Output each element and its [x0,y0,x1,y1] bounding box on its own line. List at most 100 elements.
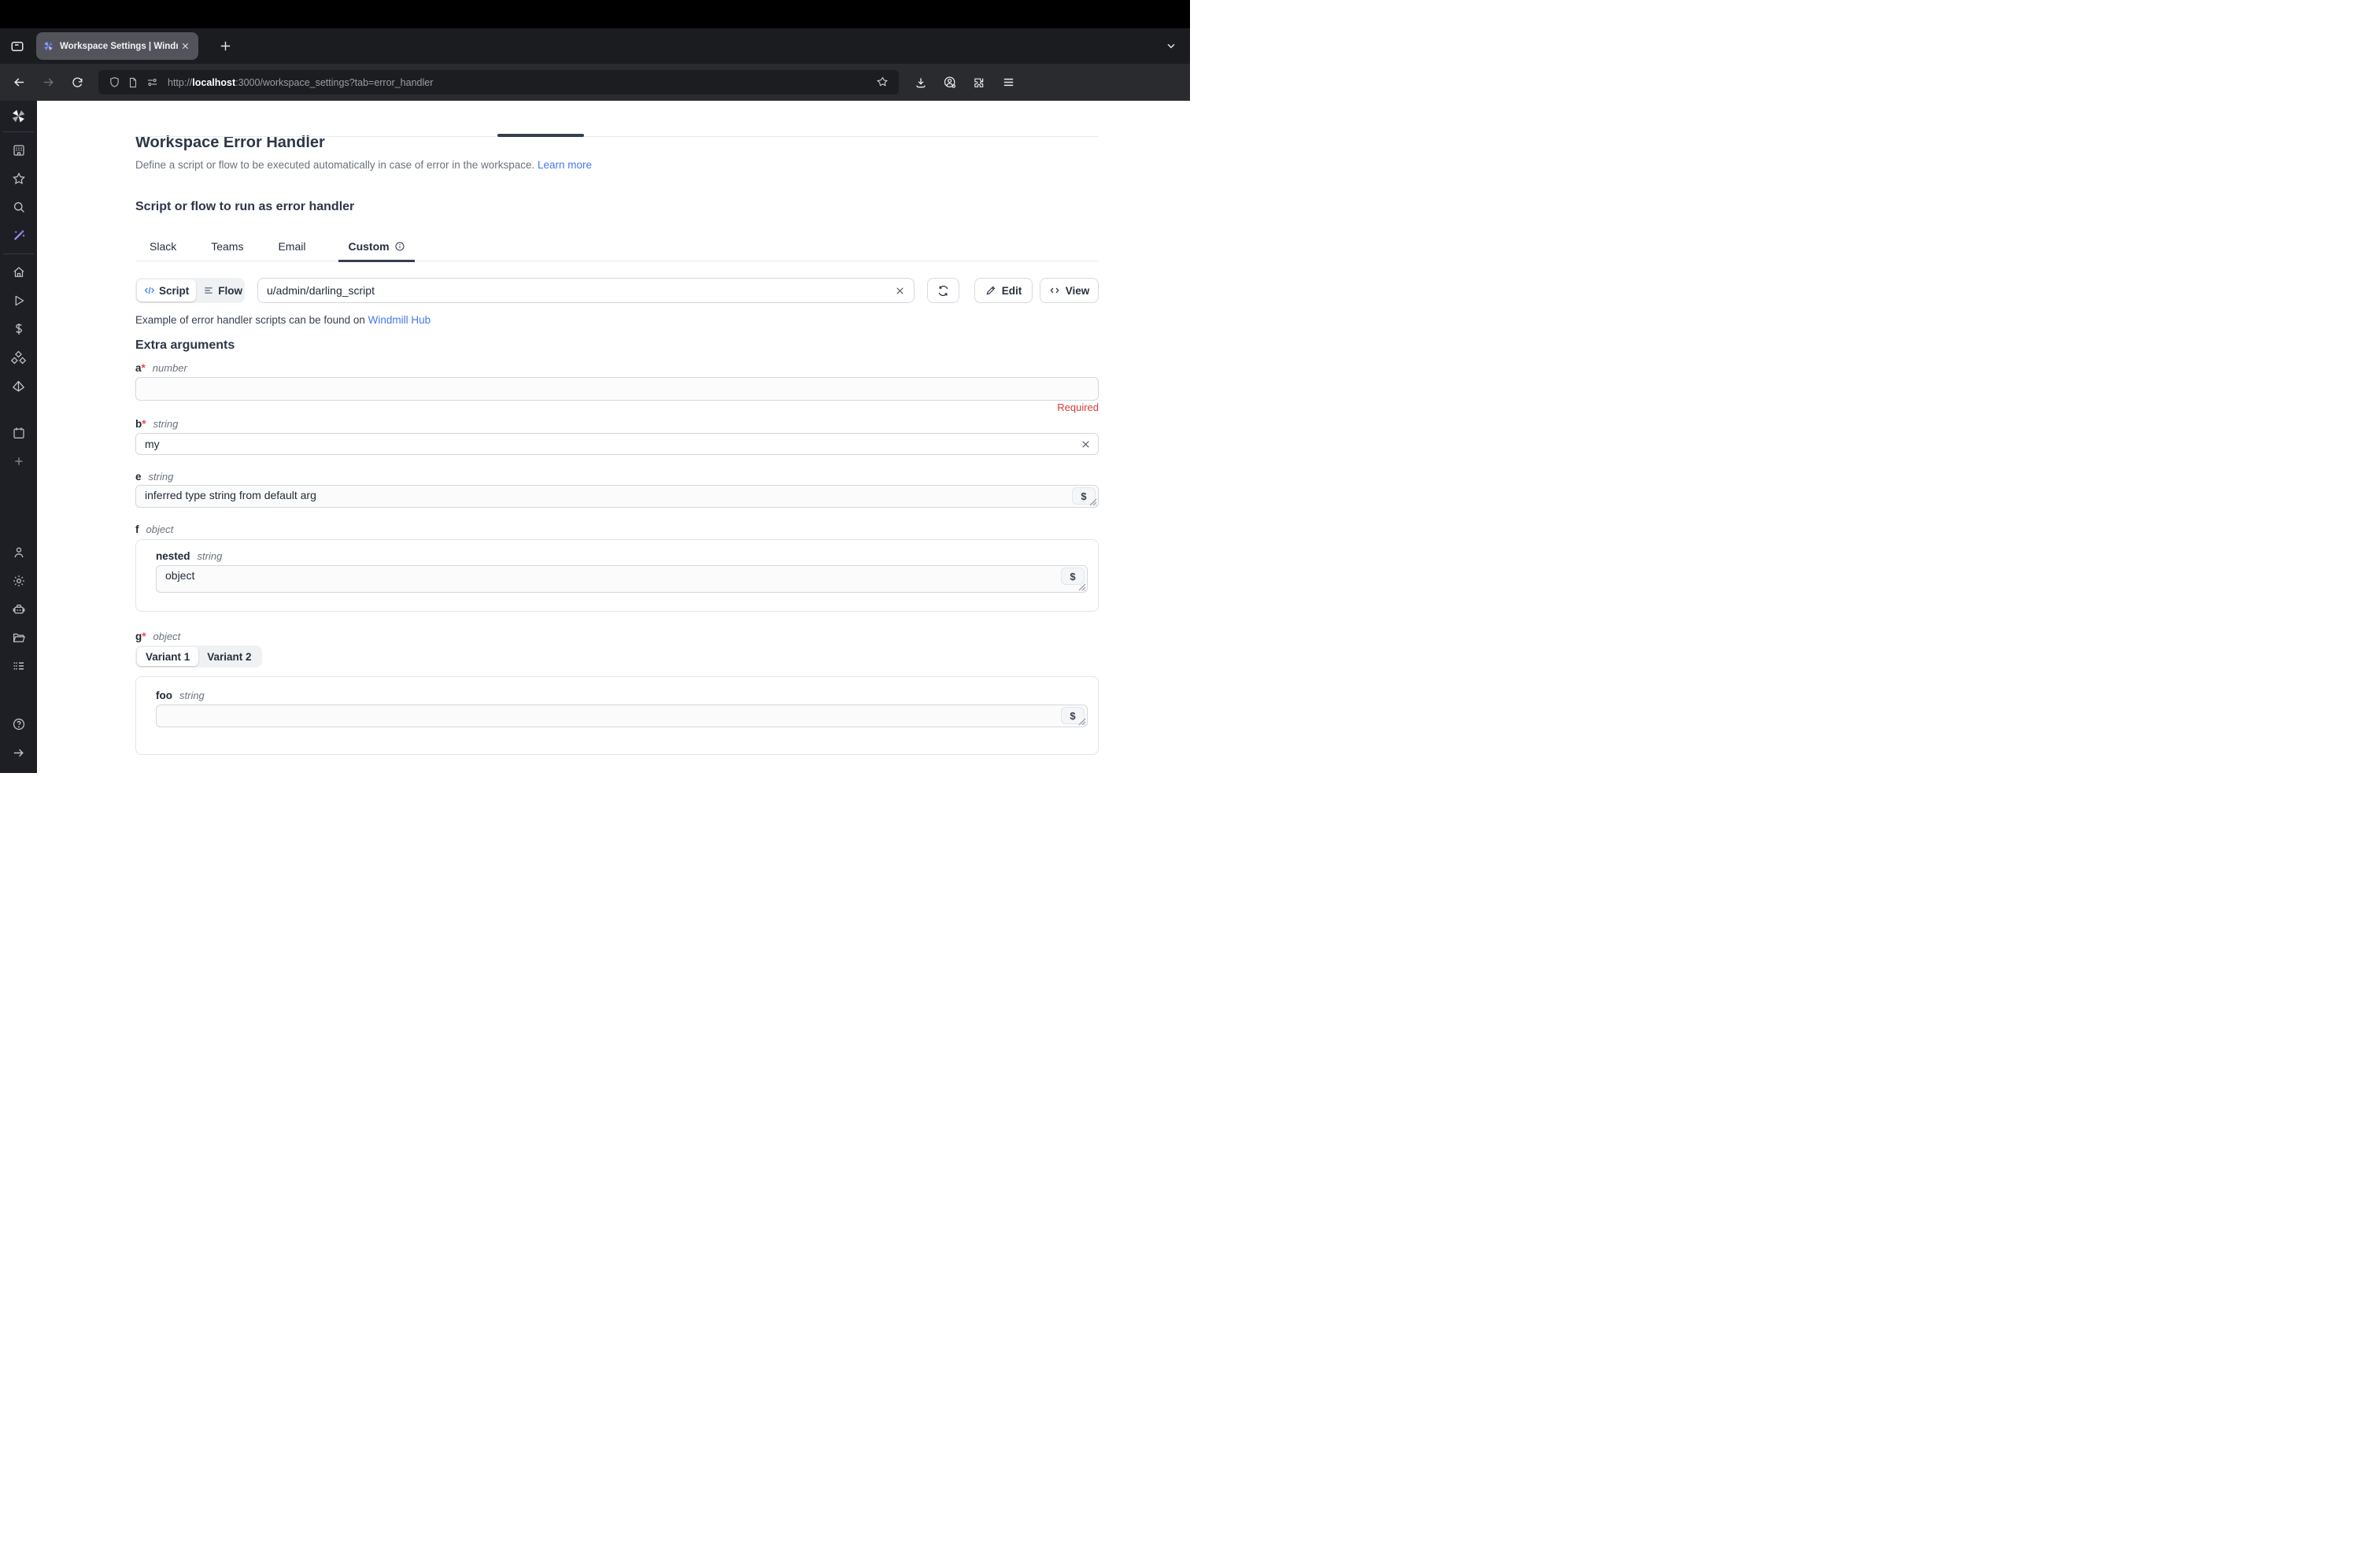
variant-2-tab[interactable]: Variant 2 [198,647,260,666]
account-icon[interactable] [939,72,961,94]
script-flow-toggle: Script Flow [135,278,245,303]
browser-sidebar-toggle-icon[interactable] [5,34,30,59]
field-e: e string inferred type string from defau… [135,471,1099,508]
field-g-nested-label: foo string [156,690,1088,702]
field-a-error: Required [135,402,1099,413]
resize-grip-icon[interactable] [1078,583,1086,591]
sidebar-item-folders[interactable] [0,623,37,652]
browser-tab-title: Workspace Settings | Windmill [60,42,178,51]
sidebar-item-schedules[interactable] [0,419,37,447]
sidebar-item-resources[interactable] [0,343,37,372]
shield-icon[interactable] [105,73,124,92]
field-a: a* number Required [135,362,1099,413]
refresh-button[interactable] [927,278,959,303]
url-text: http://localhost:3000/workspace_settings… [168,77,872,88]
back-icon[interactable] [7,71,31,94]
toggle-script[interactable]: Script [137,279,196,301]
resize-grip-icon[interactable] [1089,498,1097,506]
page-info-icon[interactable] [124,73,142,92]
refresh-icon [937,285,949,297]
field-b-clear-icon[interactable] [1077,436,1093,452]
url-bar[interactable]: http://localhost:3000/workspace_settings… [98,70,899,94]
field-b-label: b* string [135,418,1099,431]
variant-1-tab[interactable]: Variant 1 [137,647,198,666]
sidebar-item-favorites[interactable] [0,165,37,193]
field-g-label: g* object [135,631,1099,643]
field-g: g* object Variant 1 Variant 2 foo string… [135,631,1099,755]
example-hint: Example of error handler scripts can be … [135,313,1099,328]
toggle-flow[interactable]: Flow [196,279,249,301]
field-f-nested-input[interactable]: object [156,565,1088,593]
tab-close-icon[interactable] [178,39,192,54]
edit-button[interactable]: Edit [974,278,1033,303]
field-f-template-button[interactable]: $ [1061,568,1085,585]
sidebar-item-settings-gear-icon[interactable] [0,567,37,595]
field-e-label: e string [135,471,1099,483]
url-host: localhost [192,77,235,88]
field-f: f object nested string object $ [135,523,1099,612]
field-e-input[interactable]: inferred type string from default arg [135,485,1099,508]
sidebar-item-runs[interactable] [0,287,37,315]
sidebar-item-help[interactable] [0,710,37,738]
field-g-object-box: foo string $ [135,676,1099,755]
windmill-hub-link[interactable]: Windmill Hub [368,314,431,326]
browser-toolbar: http://localhost:3000/workspace_settings… [0,64,1190,101]
extra-arguments-title: Extra arguments [135,337,1099,354]
variant-toggle: Variant 1 Variant 2 [135,645,262,668]
clear-path-icon[interactable] [892,283,907,298]
menu-hamburger-icon[interactable] [997,72,1019,94]
sidebar-item-apps[interactable] [0,136,37,165]
sidebar-divider [3,253,34,254]
script-path-input[interactable] [257,278,915,303]
resize-grip-icon[interactable] [1078,718,1086,726]
field-g-nested-input[interactable] [156,705,1088,727]
section-title: Script or flow to run as error handler [135,198,1099,216]
sidebar-item-search[interactable] [0,193,37,221]
field-b-input[interactable] [135,433,1099,455]
tab-custom[interactable]: Custom [338,239,414,262]
info-icon[interactable] [394,241,405,252]
script-picker-row: Script Flow Edit [135,278,1099,303]
downloads-icon[interactable] [910,72,932,94]
new-tab-icon[interactable] [213,34,238,59]
view-button[interactable]: View [1040,278,1099,303]
tab-list-chevron-down-icon[interactable] [1159,33,1184,58]
sidebar-expand-arrow-icon[interactable] [0,738,37,767]
forward-icon[interactable] [36,71,60,94]
field-a-input[interactable] [135,377,1099,401]
windmill-logo-icon[interactable] [0,104,37,128]
field-f-nested-label: nested string [156,550,1088,563]
browser-tab-strip: Workspace Settings | Windmill [0,28,1190,64]
learn-more-link[interactable]: Learn more [538,159,592,171]
pencil-icon [985,285,996,296]
sidebar-item-ai-wand[interactable] [0,221,37,250]
permissions-icon[interactable] [142,73,161,92]
settings-tabbar-border [135,136,1099,137]
code-brackets-icon [1049,285,1060,296]
bookmark-star-icon[interactable] [872,72,893,93]
field-f-label: f object [135,523,1099,536]
sidebar-divider [3,131,34,132]
flow-list-icon [203,285,214,296]
sidebar-item-variables[interactable] [0,315,37,343]
extensions-puzzle-icon[interactable] [968,72,990,94]
sidebar-item-workers[interactable] [0,595,37,623]
tab-slack[interactable]: Slack [148,239,178,261]
field-a-label: a* number [135,362,1099,375]
code-icon [144,285,155,296]
window-top-strip [0,0,1190,28]
main-content: Workspace Error Handler Define a script … [37,101,1190,773]
app-sidebar [0,101,37,773]
reload-icon[interactable] [65,71,89,94]
sidebar-item-home[interactable] [0,258,37,287]
browser-tab[interactable]: Workspace Settings | Windmill [36,32,198,60]
tab-teams[interactable]: Teams [209,239,245,261]
sidebar-item-schema[interactable] [0,372,37,400]
sidebar-item-add[interactable] [0,447,37,475]
sidebar-item-user[interactable] [0,538,37,567]
field-b: b* string [135,418,1099,455]
tab-email[interactable]: Email [276,239,307,261]
sidebar-item-audit-logs[interactable] [0,652,37,680]
windmill-favicon-icon [42,40,54,52]
page-description: Define a script or flow to be executed a… [135,157,1099,173]
